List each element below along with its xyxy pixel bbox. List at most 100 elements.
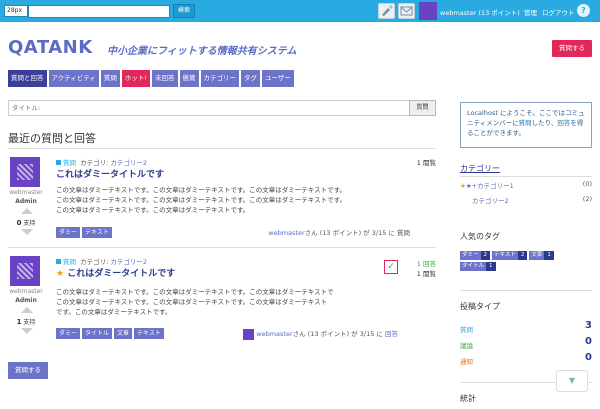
tag[interactable]: タイトル: [82, 328, 113, 339]
byline-action[interactable]: 回答: [385, 330, 398, 338]
view-count: 1 閲覧: [416, 270, 436, 278]
question-divider: [8, 247, 436, 248]
accepted-answer-icon: ✓: [384, 260, 398, 274]
question-avatar[interactable]: [10, 157, 40, 187]
tag[interactable]: テキスト: [82, 227, 112, 238]
logout-link[interactable]: ログアウト: [542, 7, 575, 17]
help-icon[interactable]: ?: [577, 4, 590, 17]
site-logo[interactable]: QATANK: [8, 37, 93, 58]
answer-count: 1 回答: [416, 260, 436, 268]
post-type-count: 3: [585, 320, 592, 331]
welcome-box: Localhost にようこそ。ここではコミュニティメンバーに質問したり、回答を…: [460, 102, 592, 148]
popular-tag[interactable]: 文章 1: [529, 251, 554, 260]
body-line: です。この文章はダミーテキストです。: [56, 308, 172, 316]
body-line: この文章はダミーテキストです。この文章はダミーテキストです。この文章はダミーテキ…: [56, 196, 346, 204]
user-avatar[interactable]: [419, 2, 437, 20]
question-title[interactable]: これはダミータイトルです: [56, 167, 164, 180]
ask-question-button[interactable]: 質問する: [552, 40, 592, 57]
question-byline: webmasterさん (13 ポイント) が 3/15 に 回答: [243, 328, 398, 340]
question-avatar[interactable]: [10, 256, 40, 286]
byline-user[interactable]: webmaster: [256, 330, 292, 338]
star-icon: ★: [56, 269, 65, 279]
view-count: 1 閲覧: [416, 159, 436, 167]
body-line: この文章はダミーテキストです。この文章はダミーテキストです。: [56, 206, 250, 214]
post-type-link[interactable]: 議論: [460, 340, 473, 350]
welcome-answer-link[interactable]: 回答: [557, 119, 570, 127]
post-type-link[interactable]: 通知: [460, 356, 473, 366]
section-divider: [8, 148, 436, 149]
popular-tags: ダミー 2 テキスト 2 文章 1 タイトル 1: [460, 251, 592, 273]
categories-heading[interactable]: カテゴリー: [460, 163, 500, 174]
vote-down-icon[interactable]: [21, 229, 33, 235]
byline-avatar[interactable]: [243, 328, 255, 340]
question-username[interactable]: webmaster: [8, 288, 44, 295]
question-type-label: 質問: [63, 159, 76, 167]
byline-user[interactable]: webmaster: [268, 229, 304, 237]
tab-bounty[interactable]: 懸賞: [179, 70, 199, 87]
popular-tag[interactable]: タイトル 1: [460, 262, 496, 271]
user-link[interactable]: webmaster (13 ポイント): [440, 7, 520, 17]
title-search-box: [8, 100, 436, 116]
brush-icon[interactable]: [378, 3, 395, 19]
main-nav: 質問と回答 アクティビティ 質問 ホット! 未回答 懸賞 カテゴリー タグ ユー…: [8, 70, 296, 87]
font-size-select[interactable]: 28px: [4, 5, 28, 17]
question-item: webmaster Admin 0 支持 質問 カテゴリ: カテゴリー2 これは…: [8, 157, 436, 239]
post-types-heading: 投稿タイプ: [460, 302, 500, 311]
site-tagline: 中小企業にフィットする情報共有システム: [107, 46, 297, 57]
global-search-button[interactable]: 検索: [173, 4, 195, 18]
category-count: (0): [582, 180, 592, 188]
byline-text: さん (13 ポイント) が 3/15 に: [304, 229, 395, 237]
tab-activity[interactable]: アクティビティ: [48, 70, 99, 87]
mail-icon[interactable]: [398, 3, 415, 19]
question-user-role: Admin: [15, 198, 37, 205]
body-line: この文章はダミーテキストです。この文章はダミーテキストです。この文章はダミーテキ…: [56, 288, 334, 296]
category-link[interactable]: カテゴリー2: [110, 159, 147, 167]
tag[interactable]: テキスト: [134, 328, 164, 339]
category-count: (2): [582, 195, 592, 203]
category-label: カテゴリ:: [80, 258, 109, 266]
tab-questions-answers[interactable]: 質問と回答: [8, 70, 47, 87]
category-link[interactable]: カテゴリー2: [110, 258, 147, 266]
popular-tag[interactable]: ダミー 2: [460, 251, 491, 260]
tab-hot[interactable]: ホット!: [121, 70, 151, 87]
vote-down-icon[interactable]: [21, 328, 33, 334]
tag[interactable]: ダミー: [56, 328, 81, 339]
title-search-button[interactable]: 質問: [409, 100, 436, 116]
question-stats: 1 回答 1 閲覧: [417, 258, 436, 278]
tab-tags[interactable]: タグ: [241, 70, 261, 87]
question-username[interactable]: webmaster: [8, 189, 44, 196]
category-link[interactable]: ★★+カテゴリー1: [460, 180, 514, 190]
tab-categories[interactable]: カテゴリー: [200, 70, 240, 87]
title-search-input[interactable]: [9, 101, 409, 115]
category-link[interactable]: カテゴリー2: [472, 195, 509, 205]
post-type-link[interactable]: 質問: [460, 324, 473, 334]
sidebar-divider: [460, 176, 592, 177]
question-tags: ダミー テキスト: [56, 227, 114, 238]
ask-question-button-bottom[interactable]: 質問する: [8, 362, 48, 379]
question-title[interactable]: ★ これはダミータイトルです: [56, 266, 175, 279]
question-body: この文章はダミーテキストです。この文章はダミーテキストです。この文章はダミーテキ…: [56, 287, 416, 317]
global-search-input[interactable]: [28, 5, 170, 18]
vote-up-icon[interactable]: [21, 208, 33, 214]
question-body: この文章はダミーテキストです。この文章はダミーテキストです。この文章はダミーテキ…: [56, 185, 416, 215]
tag[interactable]: ダミー: [56, 227, 81, 238]
tab-questions[interactable]: 質問: [100, 70, 120, 87]
popular-tags-heading: 人気のタグ: [460, 232, 500, 241]
popular-tag[interactable]: テキスト 2: [492, 251, 528, 260]
scroll-to-top-button[interactable]: ▼: [556, 370, 588, 392]
byline-action[interactable]: 質問: [397, 229, 410, 237]
top-bar: 28px 検索 webmaster (13 ポイント) 管理 ログアウト ?: [0, 0, 600, 22]
question-meta: 質問 カテゴリ: カテゴリー2: [56, 256, 147, 266]
welcome-ask-link[interactable]: 質問: [519, 119, 532, 127]
body-line: この文章はダミーテキストです。この文章はダミーテキストです。この文章はダミーテキ…: [56, 186, 346, 194]
vote-count: 1 支持: [16, 318, 36, 326]
manage-link[interactable]: 管理: [524, 7, 537, 17]
body-line: この文章はダミーテキストです。この文章はダミーテキストです。この文章はダミーテキ…: [56, 298, 328, 306]
question-tags: ダミー タイトル 文章 テキスト: [56, 328, 166, 339]
tab-users[interactable]: ユーザー: [262, 70, 294, 87]
tag[interactable]: 文章: [114, 328, 133, 339]
vote-up-icon[interactable]: [21, 307, 33, 313]
tab-unanswered[interactable]: 未回答: [152, 70, 178, 87]
question-type-label: 質問: [63, 258, 76, 266]
question-item: webmaster Admin 1 支持 質問 カテゴリ: カテゴリー2 ★ こ…: [8, 256, 436, 346]
